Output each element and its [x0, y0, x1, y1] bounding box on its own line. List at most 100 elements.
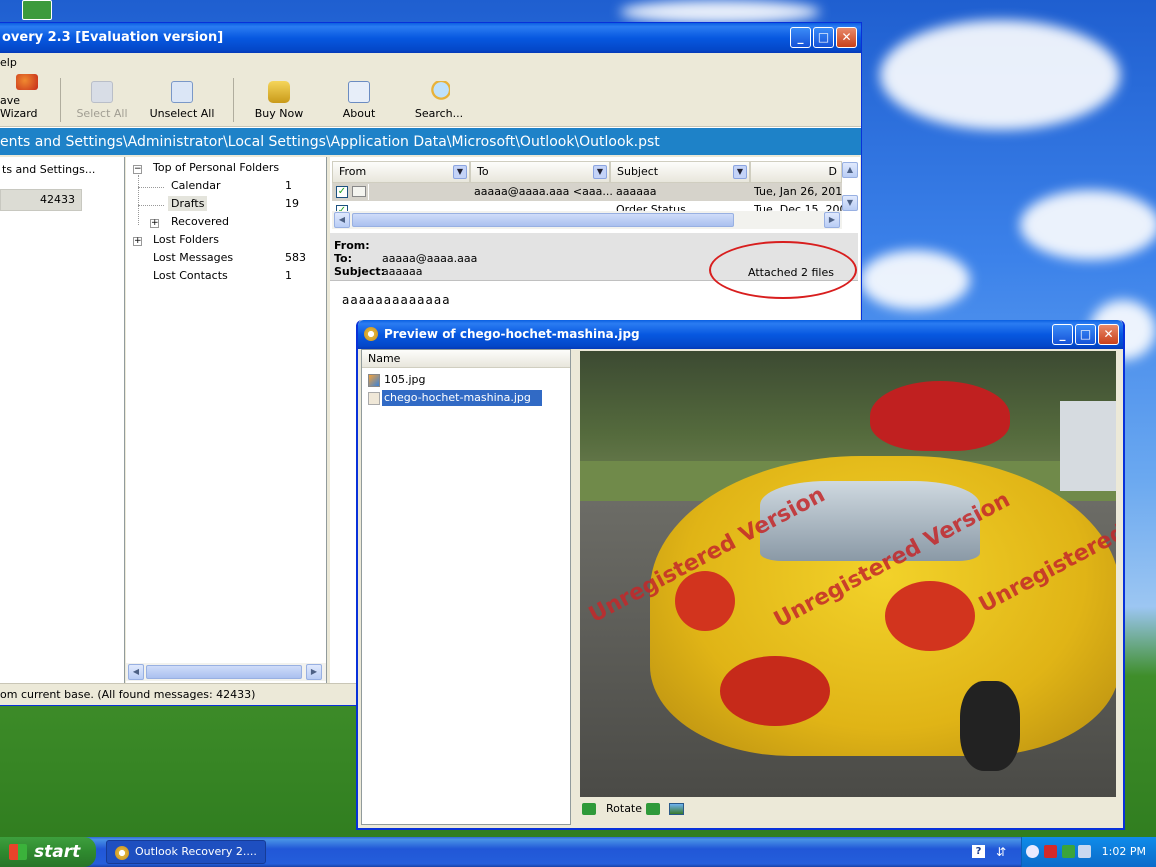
preview-minimize-button[interactable]: _ — [1052, 324, 1073, 345]
chevron-down-icon: ▼ — [453, 165, 467, 179]
tree-item-recovered[interactable]: Recovered — [171, 215, 229, 228]
chevron-down-icon: ▼ — [593, 165, 607, 179]
tree-expand-recovered[interactable]: + — [150, 219, 159, 228]
about-icon — [348, 81, 370, 103]
path-bar: ents and Settings\Administrator\Local Se… — [0, 127, 861, 155]
preview-close-button[interactable]: ✕ — [1098, 324, 1119, 345]
network-icon[interactable]: ⇵ — [996, 845, 1006, 859]
table-row[interactable]: ✓ Order Status Tue, Dec 15, 2009 — [332, 203, 842, 211]
tree-item-lost-contacts[interactable]: Lost Contacts — [153, 269, 228, 282]
picture-icon[interactable] — [669, 803, 684, 815]
tree-scroll-left[interactable]: ◀ — [128, 664, 144, 680]
unselect-all-icon — [171, 81, 193, 103]
column-to[interactable]: To ▼ — [470, 161, 610, 183]
pst-path: ents and Settings\Administrator\Local Se… — [0, 134, 660, 150]
annotation-ellipse — [709, 241, 857, 299]
list-scroll-right[interactable]: ▶ — [824, 212, 840, 228]
folder-tree: − Top of Personal Folders Calendar 1 Dra… — [126, 157, 327, 683]
magnifier-icon — [428, 81, 450, 103]
save-wizard-button[interactable]: ave Wizard — [0, 74, 54, 126]
taskbar: start Outlook Recovery 2.... ? ⇵ 1:02 PM — [0, 837, 1156, 867]
image-file-icon — [368, 374, 380, 387]
tray-network-icon[interactable] — [1078, 845, 1091, 858]
list-hscrollbar[interactable]: ◀ ▶ — [332, 211, 842, 229]
list-scroll-left[interactable]: ◀ — [334, 212, 350, 228]
from-label: From: — [334, 239, 370, 252]
system-tray: 1:02 PM — [1021, 837, 1156, 867]
tree-collapse-toggle[interactable]: − — [133, 165, 142, 174]
tree-item-drafts[interactable]: Drafts — [168, 196, 208, 211]
tree-item-lost-messages[interactable]: Lost Messages — [153, 251, 233, 264]
rotate-label: Rotate — [606, 802, 643, 815]
maximize-button[interactable]: □ — [813, 27, 834, 48]
subject-value: aaaaaa — [382, 265, 423, 278]
buy-now-button[interactable]: Buy Now — [240, 74, 318, 126]
taskbar-item-outlook-recovery[interactable]: Outlook Recovery 2.... — [106, 840, 266, 864]
select-all-icon — [91, 81, 113, 103]
tree-count-lost-messages: 583 — [285, 251, 306, 264]
unselect-all-button[interactable]: Unselect All — [137, 74, 227, 126]
app-icon — [115, 846, 129, 860]
row-checkbox[interactable]: ✓ — [336, 186, 348, 198]
tree-expand-lost-folders[interactable]: + — [133, 237, 142, 246]
list-item[interactable]: 105.jpg — [384, 373, 426, 386]
preview-maximize-button[interactable]: □ — [1075, 324, 1096, 345]
preview-title-bar[interactable]: Preview of chego-hochet-mashina.jpg _ □ … — [358, 320, 1123, 349]
envelope-icon — [352, 186, 366, 197]
tree-hscrollbar[interactable]: ◀ ▶ — [126, 663, 326, 681]
about-button[interactable]: About — [318, 74, 400, 126]
shield-icon[interactable] — [1044, 845, 1057, 858]
attachment-list: Name 105.jpg chego-hochet-mashina.jpg — [361, 349, 571, 825]
list-scroll-up[interactable]: ▲ — [842, 162, 858, 178]
tray-app-icon[interactable] — [1062, 845, 1075, 858]
app-icon — [364, 327, 378, 341]
rotate-left-icon[interactable] — [582, 803, 596, 815]
message-body: aaaaaaaaaaaaa — [342, 293, 451, 307]
lock-icon — [268, 81, 290, 103]
main-window-title: overy 2.3 [Evaluation version] — [2, 30, 224, 45]
tree-count-lost-contacts: 1 — [285, 269, 292, 282]
tree-count-calendar: 1 — [285, 179, 292, 192]
rotate-right-icon[interactable] — [646, 803, 660, 815]
desktop-shortcut-icon[interactable] — [22, 0, 52, 20]
to-label: To: — [334, 252, 352, 265]
select-all-button[interactable]: Select All — [67, 74, 137, 126]
tree-scroll-right[interactable]: ▶ — [306, 664, 322, 680]
source-count-badge: 42433 — [0, 189, 82, 211]
tree-scroll-thumb[interactable] — [146, 665, 302, 679]
column-name[interactable]: Name — [362, 350, 570, 368]
toolbar: ave Wizard Select All Unselect All Buy N… — [0, 73, 861, 127]
wizard-icon — [16, 74, 38, 90]
source-item[interactable]: ts and Settings... — [0, 163, 124, 179]
menu-help[interactable]: elp — [0, 56, 17, 69]
image-preview: Unregistered Version Unregistered Versio… — [580, 351, 1116, 797]
column-subject[interactable]: Subject ▼ — [610, 161, 750, 183]
minimize-button[interactable]: _ — [790, 27, 811, 48]
list-scroll-thumb[interactable] — [352, 213, 734, 227]
image-file-icon — [368, 392, 380, 405]
to-value: aaaaa@aaaa.aaa — [382, 252, 478, 265]
list-item-selected[interactable]: chego-hochet-mashina.jpg — [382, 390, 542, 406]
preview-title: Preview of chego-hochet-mashina.jpg — [384, 327, 640, 341]
list-scroll-down[interactable]: ▼ — [842, 195, 858, 211]
source-pane: ts and Settings... 42433 — [0, 157, 125, 683]
tree-item-calendar[interactable]: Calendar — [171, 179, 220, 192]
clock: 1:02 PM — [1101, 845, 1146, 858]
help-icon[interactable]: ? — [972, 845, 985, 858]
search-button[interactable]: Search... — [400, 74, 478, 126]
status-text: om current base. (All found messages: 42… — [0, 688, 256, 701]
table-row[interactable]: ✓ aaaaa@aaaa.aaa <aaa... aaaaaa Tue, Jan… — [332, 183, 842, 201]
start-button[interactable]: start — [0, 837, 96, 867]
menu-bar: elp — [0, 53, 861, 73]
tree-item-top[interactable]: Top of Personal Folders — [153, 161, 279, 174]
chevron-left-icon[interactable] — [1026, 845, 1039, 858]
windows-flag-icon — [9, 844, 27, 860]
main-title-bar[interactable]: overy 2.3 [Evaluation version] _ □ ✕ — [0, 23, 861, 53]
tree-count-drafts: 19 — [285, 197, 299, 210]
column-date[interactable]: D — [750, 161, 842, 183]
tree-item-lost-folders[interactable]: Lost Folders — [153, 233, 219, 246]
chevron-down-icon: ▼ — [733, 165, 747, 179]
close-button[interactable]: ✕ — [836, 27, 857, 48]
subject-label: Subject: — [334, 265, 386, 278]
column-from[interactable]: From ▼ — [332, 161, 470, 183]
